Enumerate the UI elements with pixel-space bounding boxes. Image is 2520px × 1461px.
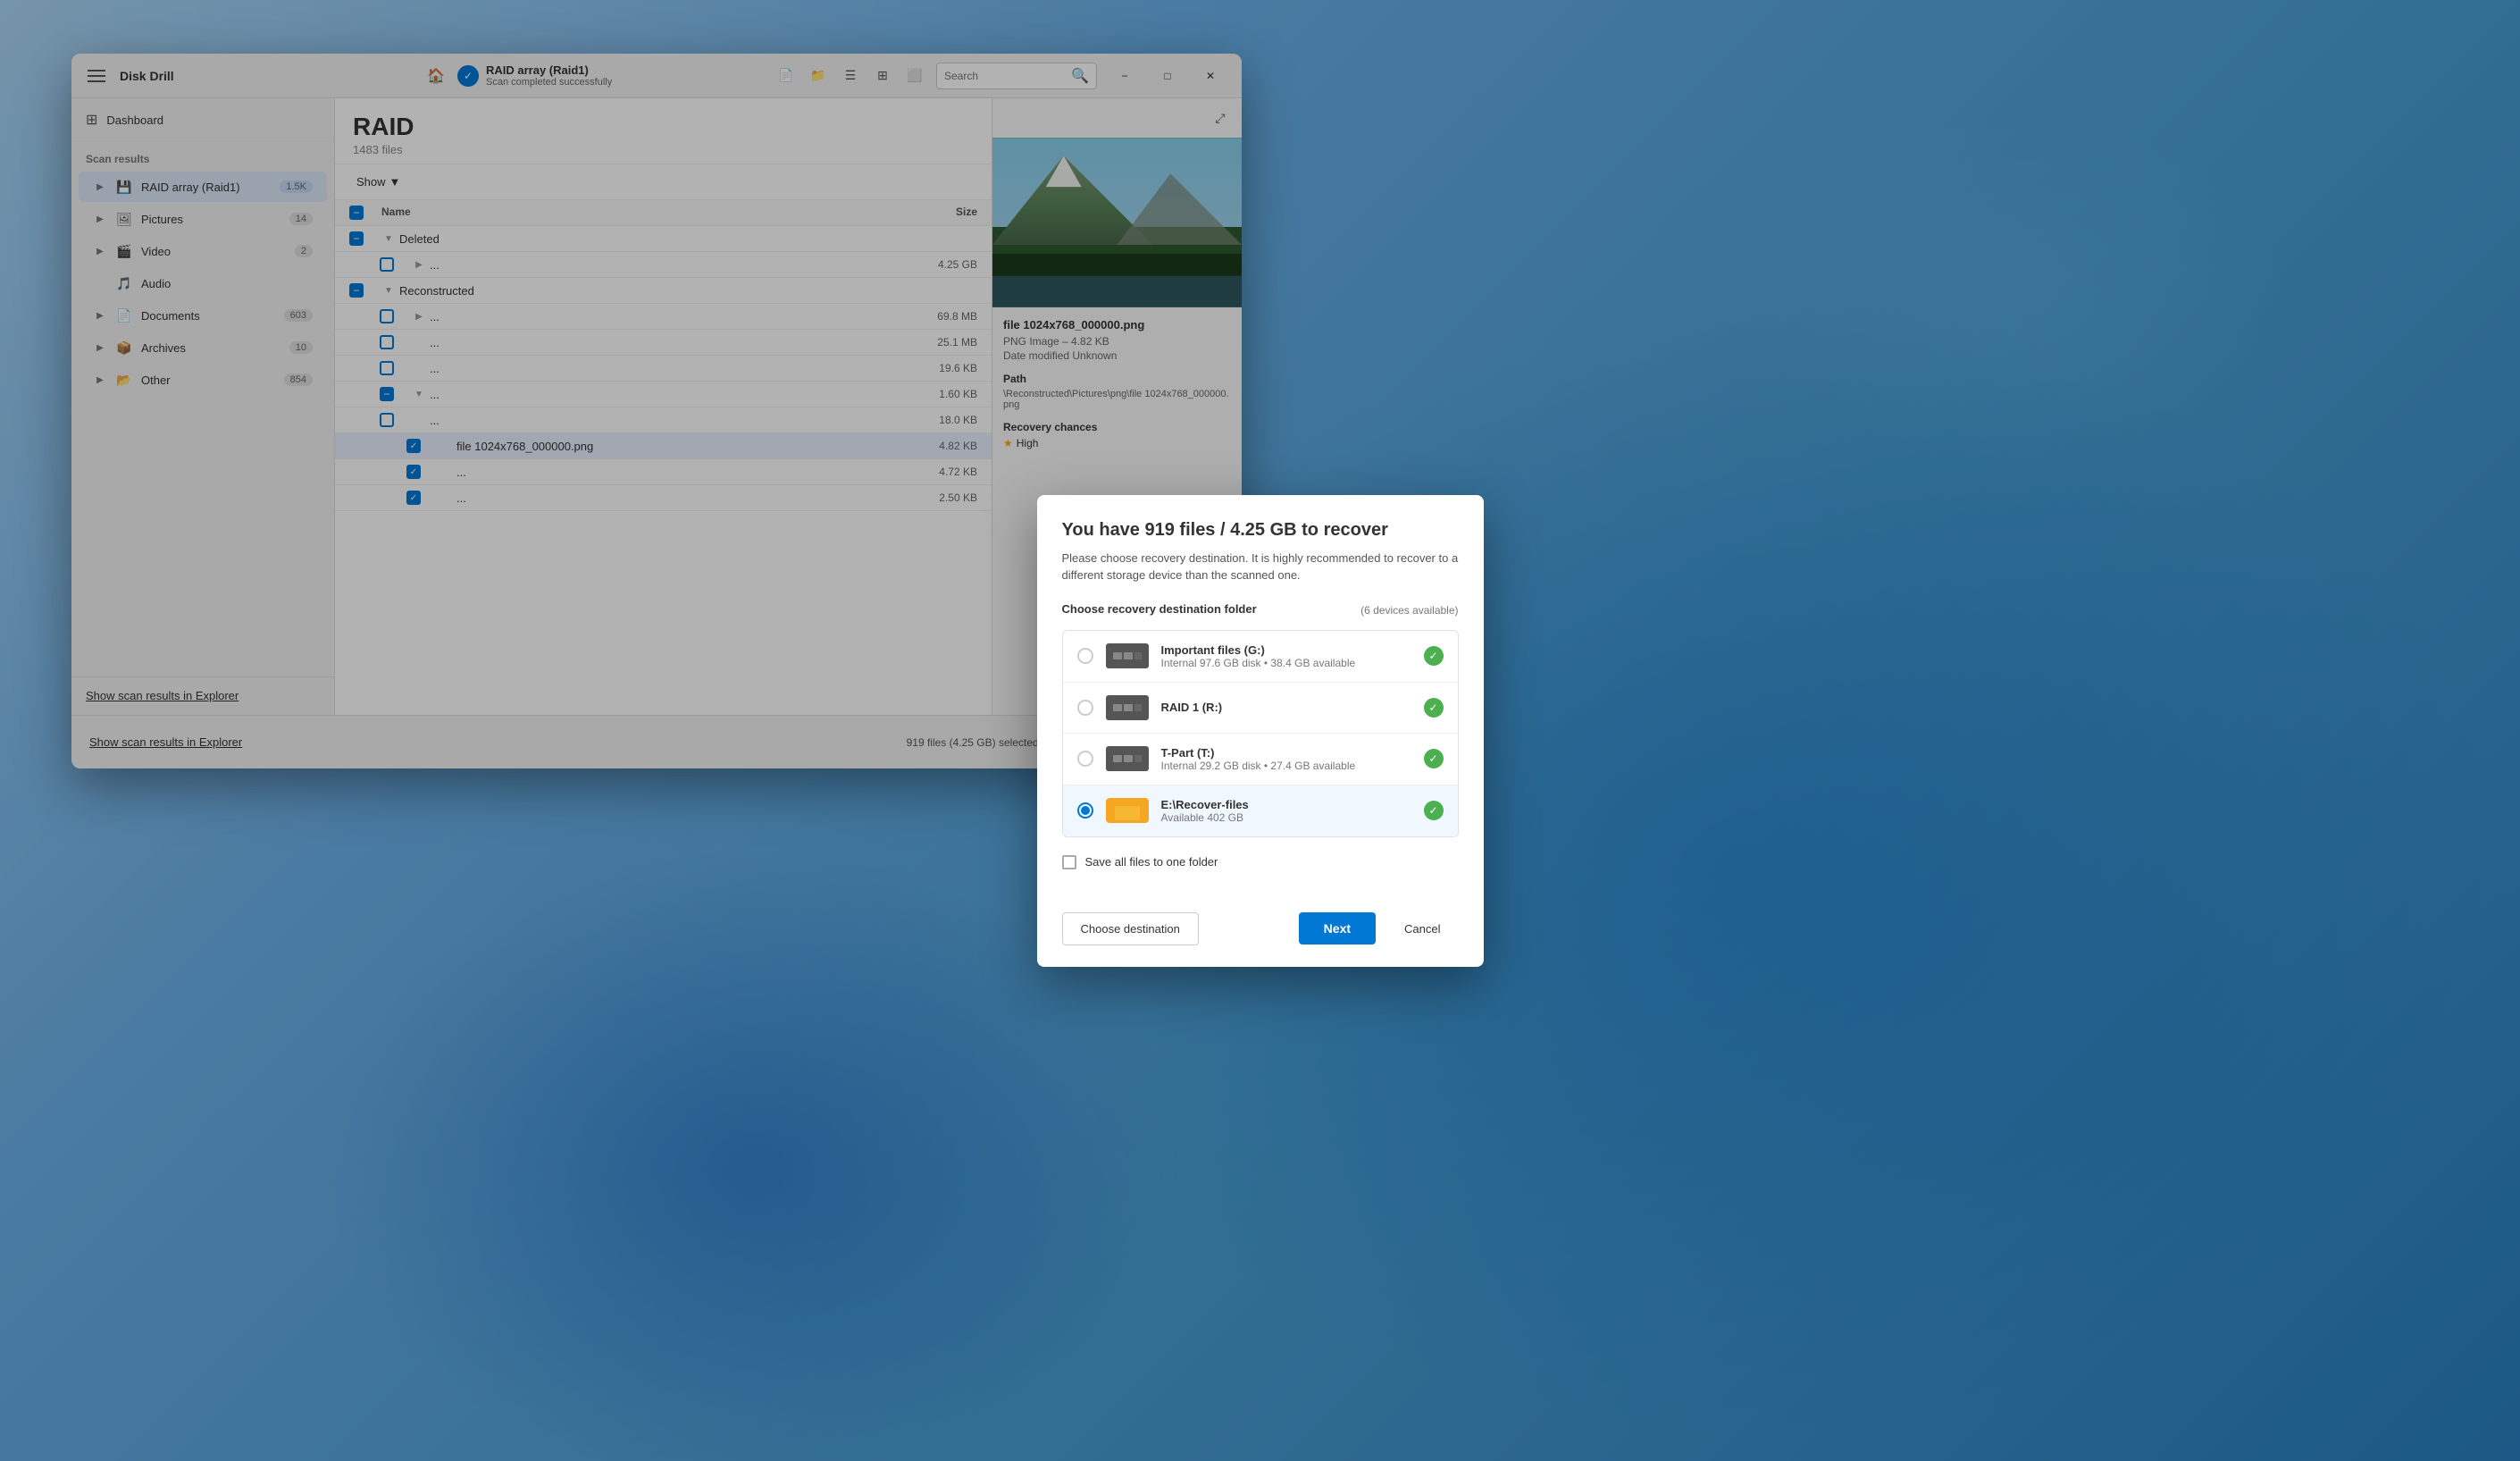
modal-overlay: You have 919 files / 4.25 GB to recover … (0, 0, 2520, 1461)
device-detail-tpart: Internal 29.2 GB disk • 27.4 GB availabl… (1161, 760, 1411, 772)
device-check-icon-raid1: ✓ (1424, 698, 1444, 718)
cancel-button[interactable]: Cancel (1386, 912, 1458, 945)
device-name-important: Important files (G:) (1161, 643, 1411, 657)
device-list: Important files (G:) Internal 97.6 GB di… (1062, 630, 1459, 837)
device-radio-important[interactable] (1077, 648, 1093, 664)
device-item-raid1[interactable]: RAID 1 (R:) ✓ (1063, 683, 1458, 734)
modal-devices-count: (6 devices available) (1360, 604, 1458, 617)
save-one-folder-checkbox[interactable] (1062, 855, 1076, 869)
modal-content: You have 919 files / 4.25 GB to recover … (1037, 495, 1484, 912)
device-name-raid1: RAID 1 (R:) (1161, 701, 1411, 714)
device-name-tpart: T-Part (T:) (1161, 746, 1411, 760)
device-info-important: Important files (G:) Internal 97.6 GB di… (1161, 643, 1411, 669)
save-one-folder-label: Save all files to one folder (1085, 855, 1218, 869)
modal-section-header: Choose recovery destination folder (6 de… (1062, 602, 1459, 619)
device-check-icon-efiles: ✓ (1424, 801, 1444, 820)
recovery-destination-modal: You have 919 files / 4.25 GB to recover … (1037, 495, 1484, 967)
next-button[interactable]: Next (1299, 912, 1376, 945)
modal-footer-right: Next Cancel (1299, 912, 1459, 945)
device-radio-efiles[interactable] (1077, 802, 1093, 819)
device-item-tpart[interactable]: T-Part (T:) Internal 29.2 GB disk • 27.4… (1063, 734, 1458, 785)
device-name-efiles: E:\Recover-files (1161, 798, 1411, 811)
device-drive-icon-raid1 (1106, 695, 1149, 720)
save-one-folder-row: Save all files to one folder (1062, 852, 1459, 873)
modal-title: You have 919 files / 4.25 GB to recover (1062, 520, 1459, 541)
modal-description: Please choose recovery destination. It i… (1062, 550, 1459, 584)
device-drive-icon-tpart (1106, 746, 1149, 771)
modal-section-title: Choose recovery destination folder (1062, 602, 1257, 616)
device-detail-important: Internal 97.6 GB disk • 38.4 GB availabl… (1161, 657, 1411, 669)
device-drive-icon-important (1106, 643, 1149, 668)
device-item-efiles[interactable]: E:\Recover-files Available 402 GB ✓ (1063, 785, 1458, 836)
device-info-raid1: RAID 1 (R:) (1161, 701, 1411, 714)
device-radio-raid1[interactable] (1077, 700, 1093, 716)
device-folder-icon-efiles (1106, 798, 1149, 823)
device-info-efiles: E:\Recover-files Available 402 GB (1161, 798, 1411, 824)
device-check-icon-important: ✓ (1424, 646, 1444, 666)
device-detail-efiles: Available 402 GB (1161, 811, 1411, 824)
choose-destination-button[interactable]: Choose destination (1062, 912, 1199, 945)
device-radio-tpart[interactable] (1077, 751, 1093, 767)
device-info-tpart: T-Part (T:) Internal 29.2 GB disk • 27.4… (1161, 746, 1411, 772)
device-check-icon-tpart: ✓ (1424, 749, 1444, 768)
device-item-important[interactable]: Important files (G:) Internal 97.6 GB di… (1063, 631, 1458, 683)
modal-footer: Choose destination Next Cancel (1037, 912, 1484, 967)
device-scroll[interactable]: Important files (G:) Internal 97.6 GB di… (1063, 631, 1458, 836)
